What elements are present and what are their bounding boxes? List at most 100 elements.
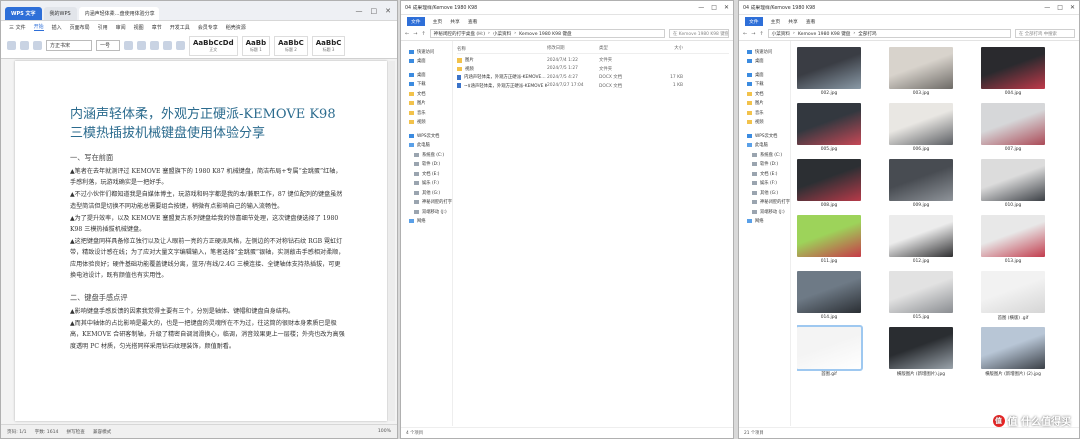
image-thumbnail[interactable]: 002.jpg bbox=[797, 47, 861, 96]
sidebar-item[interactable]: 双端移动 (J:) bbox=[401, 207, 452, 217]
column-type[interactable]: 类型 bbox=[599, 45, 647, 53]
breadcrumb-item[interactable]: 小菜资料 bbox=[493, 31, 511, 37]
sidebar-item[interactable]: 快速访问 bbox=[401, 47, 452, 57]
sidebar-item[interactable]: 软件 (D:) bbox=[401, 160, 452, 170]
sidebar-item[interactable]: 系统盘 (C:) bbox=[739, 150, 790, 160]
close-icon[interactable]: ✕ bbox=[724, 4, 729, 11]
back-icon[interactable]: ← bbox=[743, 31, 747, 37]
tab-view[interactable]: 查看 bbox=[468, 18, 478, 25]
sidebar-item[interactable]: 音乐 bbox=[401, 108, 452, 118]
file-row[interactable]: 内涵声轻体柔，外观方正硬派-KEMOVE… 2024/7/5 4:27 DOCX 文… bbox=[457, 73, 729, 82]
sidebar-item[interactable]: 此电脑 bbox=[739, 141, 790, 151]
menu-section[interactable]: 章节 bbox=[152, 24, 162, 31]
breadcrumb-item[interactable]: 全部打鸡 bbox=[858, 31, 876, 37]
maximize-icon[interactable]: □ bbox=[711, 4, 717, 11]
tab-view[interactable]: 查看 bbox=[806, 18, 816, 25]
style-heading-1[interactable]: AaBb 标题 1 bbox=[241, 35, 271, 56]
bold-icon[interactable] bbox=[124, 41, 133, 50]
underline-icon[interactable] bbox=[150, 41, 159, 50]
up-icon[interactable]: ↑ bbox=[759, 31, 763, 37]
sidebar-item[interactable]: 快速访问 bbox=[739, 47, 790, 57]
image-thumbnail[interactable]: 004.jpg bbox=[981, 47, 1045, 96]
tab-share[interactable]: 共享 bbox=[788, 18, 798, 25]
image-thumbnail[interactable]: 011.jpg bbox=[797, 215, 861, 264]
minimize-icon[interactable]: — bbox=[698, 4, 704, 11]
document-tab[interactable]: 内涵声轻体柔…盘使用体验分享 bbox=[78, 7, 159, 20]
sidebar-item[interactable]: 桌面 bbox=[401, 70, 452, 80]
document-page[interactable]: 内涵声轻体柔，外观方正硬派-KEMOVE K98 三模热插拔机械键盘使用体验分享… bbox=[15, 61, 387, 421]
close-icon[interactable]: ✕ bbox=[385, 7, 391, 15]
tab-share[interactable]: 共享 bbox=[450, 18, 460, 25]
sidebar-item[interactable]: 其他 (G:) bbox=[401, 188, 452, 198]
spell-check[interactable]: 拼写检查 bbox=[66, 429, 84, 435]
image-thumbnail[interactable]: 008.jpg bbox=[797, 159, 861, 208]
sidebar-item[interactable]: 文档 (E:) bbox=[739, 169, 790, 179]
breadcrumb-item[interactable]: Kemove 1980 K98 键盘 bbox=[519, 31, 572, 37]
image-thumbnail[interactable]: 013.jpg bbox=[981, 215, 1045, 264]
sidebar-item[interactable]: 图片 bbox=[401, 99, 452, 109]
image-thumbnail[interactable]: 010.jpg bbox=[981, 159, 1045, 208]
menu-developer[interactable]: 开发工具 bbox=[170, 24, 190, 31]
style-normal[interactable]: AaBbCcDd 正文 bbox=[189, 35, 238, 56]
menu-member[interactable]: 会员专享 bbox=[198, 24, 218, 31]
path-input[interactable]: 神秘闭腔的打字桌盘 (H:) › 小菜资料 › Kemove 1980 K98 键盘 bbox=[429, 29, 665, 38]
sidebar-item[interactable]: 网络 bbox=[401, 217, 452, 227]
image-thumbnail[interactable]: 首图 (横版) .gif bbox=[981, 271, 1045, 321]
image-thumbnail[interactable]: 005.jpg bbox=[797, 103, 861, 152]
breadcrumb-item[interactable]: 小菜资料 bbox=[772, 31, 790, 37]
wps-home-tab[interactable]: WPS 文字 bbox=[5, 7, 42, 20]
search-input[interactable]: 在 全部打鸡 中搜索 bbox=[1015, 29, 1075, 38]
sidebar-item[interactable]: 系统盘 (C:) bbox=[401, 150, 452, 160]
image-thumbnail[interactable]: 012.jpg bbox=[889, 215, 953, 264]
sidebar-item[interactable]: 网络 bbox=[739, 217, 790, 227]
my-wps-tab[interactable]: 我的WPS bbox=[43, 7, 77, 20]
sidebar-item[interactable]: 桌面 bbox=[739, 70, 790, 80]
vertical-scrollbar[interactable] bbox=[389, 61, 395, 421]
sidebar-item[interactable]: 下载 bbox=[739, 80, 790, 90]
format-painter-icon[interactable] bbox=[33, 41, 42, 50]
image-thumbnail[interactable]: 首图.gif bbox=[797, 325, 863, 377]
tab-home[interactable]: 主页 bbox=[433, 18, 443, 25]
column-size[interactable]: 大小 bbox=[647, 45, 683, 53]
tab-home[interactable]: 主页 bbox=[771, 18, 781, 25]
sidebar-item[interactable]: 其他 (G:) bbox=[739, 188, 790, 198]
italic-icon[interactable] bbox=[137, 41, 146, 50]
paste-icon[interactable] bbox=[7, 41, 16, 50]
sidebar-item[interactable]: 娱乐 (F:) bbox=[401, 179, 452, 189]
maximize-icon[interactable]: □ bbox=[1057, 4, 1063, 11]
sidebar-item[interactable]: 此电脑 bbox=[401, 141, 452, 151]
sidebar-item[interactable]: 软件 (D:) bbox=[739, 160, 790, 170]
close-icon[interactable]: ✕ bbox=[1070, 4, 1075, 11]
path-input[interactable]: 小菜资料 › Kemove 1980 K98 键盘 › 全部打鸡 bbox=[767, 29, 1011, 38]
sidebar-item[interactable]: 神秘闭腔的打字桌 bbox=[739, 198, 790, 208]
image-thumbnail[interactable]: 003.jpg bbox=[889, 47, 953, 96]
image-thumbnail[interactable]: 014.jpg bbox=[797, 271, 861, 320]
breadcrumb-item[interactable]: Kemove 1980 K98 键盘 bbox=[798, 31, 851, 37]
cut-icon[interactable] bbox=[20, 41, 29, 50]
image-thumbnail[interactable]: 006.jpg bbox=[889, 103, 953, 152]
breadcrumb-item[interactable]: 神秘闭腔的打字桌盘 (H:) bbox=[434, 31, 485, 37]
zoom-level[interactable]: 100% bbox=[378, 429, 391, 434]
menu-insert[interactable]: 插入 bbox=[52, 24, 62, 31]
forward-icon[interactable]: → bbox=[751, 31, 755, 37]
column-date[interactable]: 修改日期 bbox=[547, 45, 599, 53]
image-thumbnail[interactable]: 015.jpg bbox=[889, 271, 953, 320]
maximize-icon[interactable]: □ bbox=[371, 7, 378, 15]
sidebar-item[interactable]: 文档 bbox=[739, 89, 790, 99]
file-row[interactable]: ~$涵声轻体柔，外观方正硬派-KEMOVE K… 2024/7/27 17:04 D… bbox=[457, 82, 729, 91]
image-thumbnail[interactable]: 007.jpg bbox=[981, 103, 1045, 152]
minimize-icon[interactable]: — bbox=[1044, 4, 1050, 11]
menu-file[interactable]: 三 文件 bbox=[9, 24, 26, 31]
minimize-icon[interactable]: — bbox=[356, 7, 363, 15]
sidebar-item[interactable]: WPS云文档 bbox=[401, 131, 452, 141]
back-icon[interactable]: ← bbox=[405, 31, 409, 37]
sidebar-item[interactable]: 文档 bbox=[401, 89, 452, 99]
image-thumbnail[interactable]: 横版图片 (新增图片).jpg bbox=[889, 327, 953, 377]
search-input[interactable]: 在 Kemove 1980 K98 键盘中搜索 bbox=[669, 29, 729, 38]
sidebar-item[interactable]: 文档 (E:) bbox=[401, 169, 452, 179]
sidebar-item[interactable]: 图片 bbox=[739, 99, 790, 109]
menu-resources[interactable]: 稻壳资源 bbox=[226, 24, 246, 31]
list-icon[interactable] bbox=[176, 41, 185, 50]
sidebar-item[interactable]: 神秘闭腔的打字桌 bbox=[401, 198, 452, 208]
up-icon[interactable]: ↑ bbox=[421, 31, 425, 37]
